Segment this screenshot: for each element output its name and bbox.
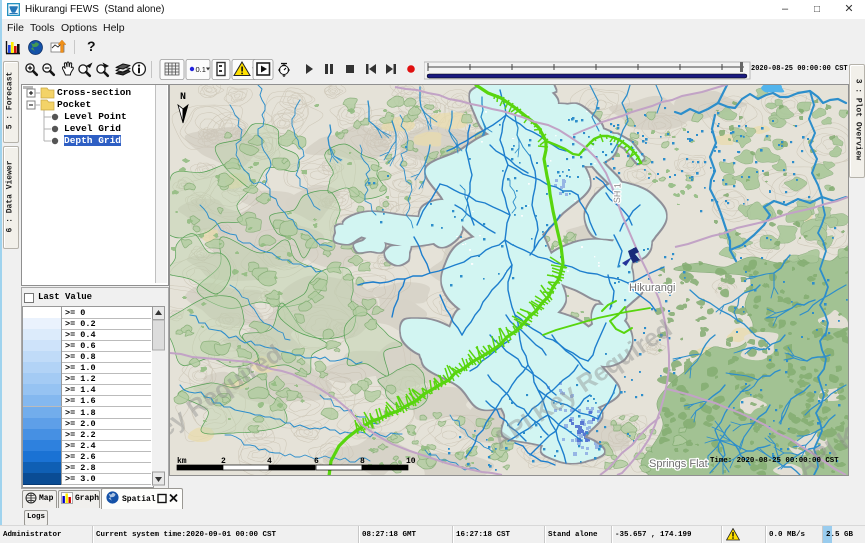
svg-text:2: 2 (221, 457, 226, 466)
svg-text:8: 8 (360, 457, 365, 466)
svg-text:6: 6 (314, 457, 319, 466)
svg-text:4: 4 (267, 457, 272, 466)
svg-text:Hikurangi: Hikurangi (629, 282, 675, 294)
svg-text:km: km (177, 457, 187, 466)
svg-text:SH 1: SH 1 (612, 183, 623, 203)
svg-text:Springs Flat: Springs Flat (649, 458, 708, 470)
svg-text:N: N (180, 92, 186, 103)
svg-text:10: 10 (406, 457, 416, 466)
svg-text:Time: 2020-08-25 00:00:00 CST: Time: 2020-08-25 00:00:00 CST (710, 457, 839, 465)
svg-text:0.1: 0.1 (196, 65, 206, 74)
